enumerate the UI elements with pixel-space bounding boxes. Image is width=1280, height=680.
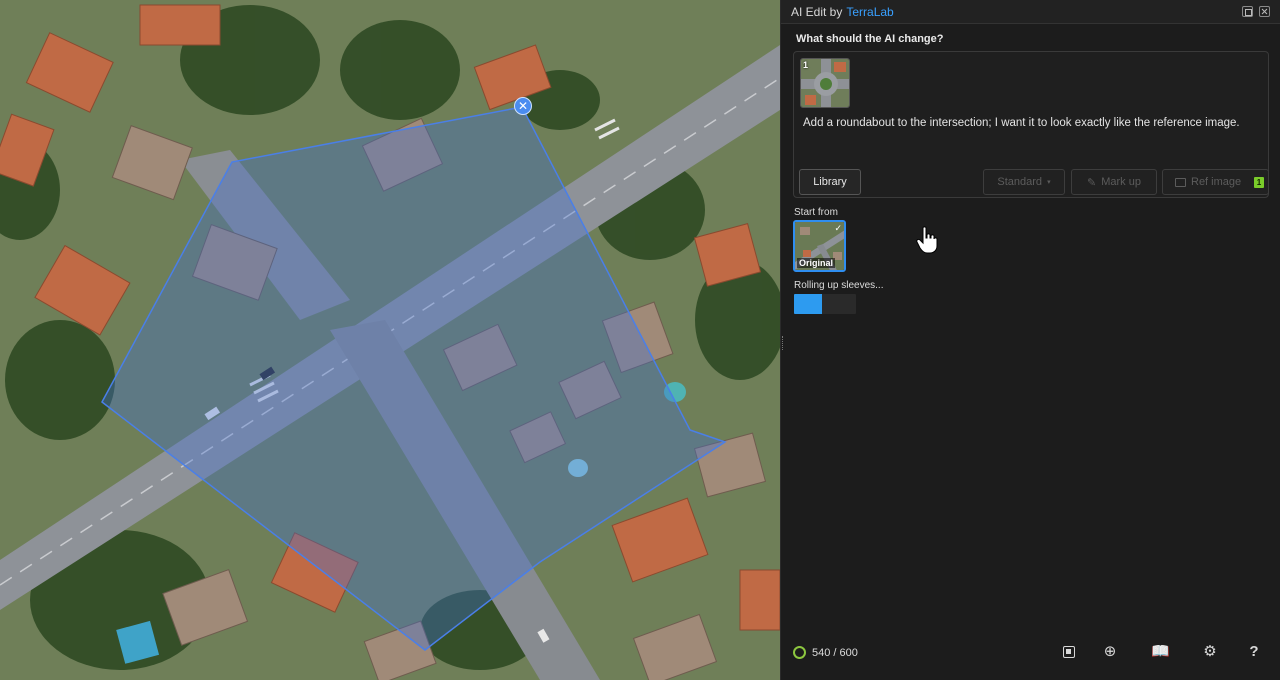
image-icon: [1175, 177, 1186, 187]
progress-bar: [794, 294, 856, 314]
ref-image-button[interactable]: Ref image 1: [1162, 169, 1269, 195]
hand-cursor-icon: [916, 226, 938, 254]
standard-dropdown-label: Standard: [997, 176, 1043, 188]
ref-image-count-badge: 1: [1254, 177, 1264, 188]
reference-number: 1: [803, 60, 809, 70]
checkmark-icon: ✓: [834, 223, 842, 233]
markup-button-label: Mark up: [1101, 176, 1141, 188]
roundabout-thumbnail-image: [801, 59, 849, 107]
original-thumbnail-label: Original: [797, 258, 836, 268]
panel-resize-handle[interactable]: [782, 336, 784, 350]
reference-image-thumbnail[interactable]: 1: [800, 58, 850, 108]
library-button[interactable]: Library: [799, 169, 861, 195]
panel-footer: 540 / 600 ⊕ 📖 ⚙ ?: [781, 640, 1280, 666]
satellite-map: [0, 0, 780, 680]
original-image-thumbnail[interactable]: ✓ Original: [793, 220, 846, 272]
close-icon[interactable]: [1259, 6, 1270, 17]
help-icon[interactable]: ?: [1245, 643, 1263, 661]
markup-button[interactable]: ✎ Mark up: [1071, 169, 1157, 195]
close-icon: ✕: [517, 99, 529, 113]
prompt-text[interactable]: Add a roundabout to the intersection; I …: [803, 117, 1240, 129]
chevron-down-icon: ▾: [1047, 179, 1051, 186]
credits-count: 540 / 600: [812, 646, 858, 659]
panel-titlebar: AI Edit by TerraLab: [781, 0, 1280, 24]
library-button-label: Library: [813, 176, 847, 188]
stop-icon[interactable]: [1060, 643, 1078, 661]
credits-indicator: 540 / 600: [793, 646, 858, 659]
gear-icon[interactable]: ⚙: [1201, 643, 1219, 661]
panel-brand[interactable]: TerraLab: [846, 5, 893, 19]
standard-dropdown[interactable]: Standard ▾: [983, 169, 1065, 195]
credits-ring-icon: [793, 646, 806, 659]
ref-image-button-label: Ref image: [1191, 176, 1242, 188]
prompt-question: What should the AI change?: [796, 33, 944, 45]
panel-title: AI Edit by: [791, 4, 843, 19]
status-text: Rolling up sleeves...: [794, 280, 884, 291]
book-icon[interactable]: 📖: [1151, 643, 1170, 661]
progress-bar-fill: [794, 294, 822, 314]
prompt-box[interactable]: 1 Add a roundabout to the intersection; …: [793, 51, 1269, 198]
map-viewport[interactable]: ✕: [0, 0, 780, 680]
maximize-icon[interactable]: [1242, 6, 1253, 17]
selection-remove-handle[interactable]: ✕: [514, 97, 532, 115]
pencil-icon: ✎: [1087, 176, 1097, 189]
ai-edit-panel: AI Edit by TerraLab What should the AI c…: [780, 0, 1280, 680]
start-from-label: Start from: [794, 207, 838, 218]
crosshair-icon[interactable]: ⊕: [1101, 643, 1119, 661]
